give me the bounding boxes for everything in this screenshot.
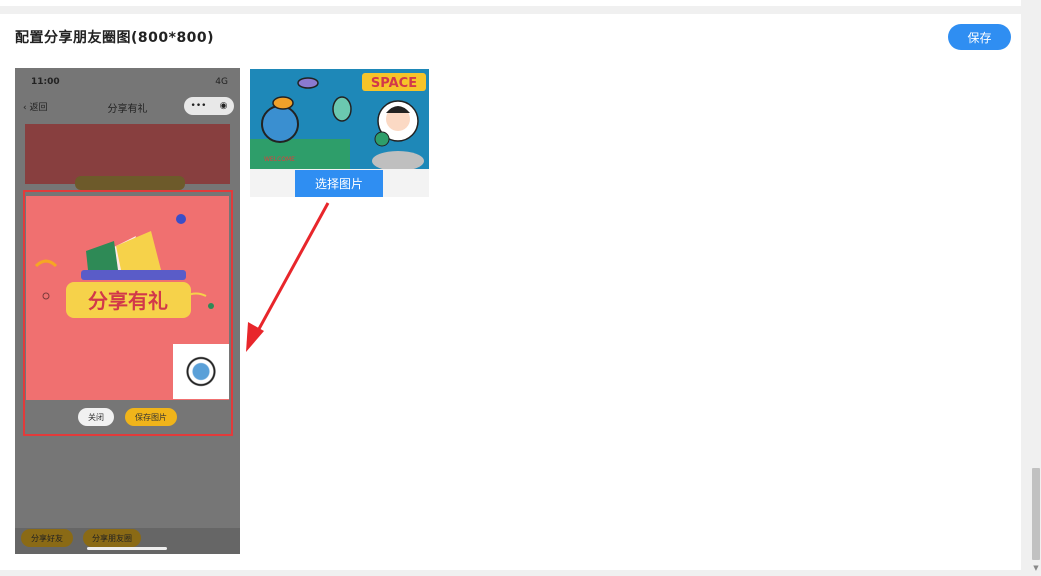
close-circle-icon: ◉ [219,101,228,111]
background-banner [25,124,230,184]
status-signal: 4G [215,77,228,87]
phone-nav-bar: ‹ 返回 分享有礼 ••• ◉ [15,94,240,118]
share-friend-button[interactable]: 分享好友 [21,529,73,547]
space-illustration: SPACE WELCOME [250,69,429,169]
uploaded-image[interactable]: SPACE WELCOME [250,69,429,169]
more-icon: ••• [190,101,207,111]
scrollbar-thumb[interactable] [1032,468,1040,560]
phone-status-bar: 11:00 4G [15,68,240,94]
background-gift-bag [75,176,185,190]
highlight-box [23,190,233,436]
share-moments-button[interactable]: 分享朋友圈 [83,529,141,547]
home-indicator [87,547,167,550]
space-text: SPACE [371,76,417,91]
scroll-down-icon[interactable]: ▼ [1032,564,1040,572]
top-strip [0,0,1021,6]
svg-text:WELCOME: WELCOME [264,156,295,163]
select-image-button[interactable]: 选择图片 [295,170,383,197]
phone-preview: 11:00 4G ‹ 返回 分享有礼 ••• ◉ 分享有礼 关闭 保存图片 分享… [15,68,240,554]
section-title: 配置分享朋友圈图(800*800) [15,30,215,46]
status-time: 11:00 [31,77,60,87]
save-image-button[interactable]: 保存图片 [125,408,177,426]
mini-capsule: ••• ◉ [184,97,234,115]
close-button[interactable]: 关闭 [78,408,114,426]
save-button[interactable]: 保存 [948,24,1011,50]
